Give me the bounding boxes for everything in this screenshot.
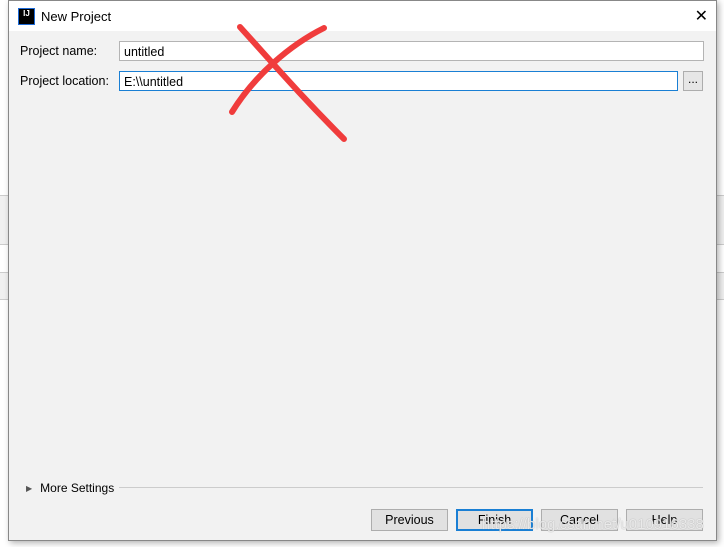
separator bbox=[119, 487, 703, 488]
title-bar: IJ New Project ✕ bbox=[9, 1, 716, 31]
more-settings-label: More Settings bbox=[40, 481, 115, 495]
project-name-label: Project name: bbox=[20, 44, 98, 58]
help-button[interactable]: Help bbox=[626, 509, 703, 531]
more-settings-toggle[interactable]: ▶ More Settings bbox=[26, 481, 114, 495]
expand-triangle-icon: ▶ bbox=[26, 483, 33, 493]
new-project-dialog: IJ New Project ✕ Project name: untitled … bbox=[8, 0, 717, 541]
intellij-logo-icon: IJ bbox=[18, 7, 35, 25]
finish-button[interactable]: Finish bbox=[456, 509, 533, 531]
browse-button[interactable]: ... bbox=[683, 71, 703, 91]
project-location-input[interactable]: E:\\untitled bbox=[119, 71, 678, 91]
dialog-title: New Project bbox=[41, 8, 112, 24]
project-location-label: Project location: bbox=[20, 74, 109, 88]
cancel-button[interactable]: Cancel bbox=[541, 509, 618, 531]
project-name-input[interactable]: untitled bbox=[119, 41, 704, 61]
close-icon[interactable]: ✕ bbox=[695, 6, 708, 26]
previous-button[interactable]: Previous bbox=[371, 509, 448, 531]
